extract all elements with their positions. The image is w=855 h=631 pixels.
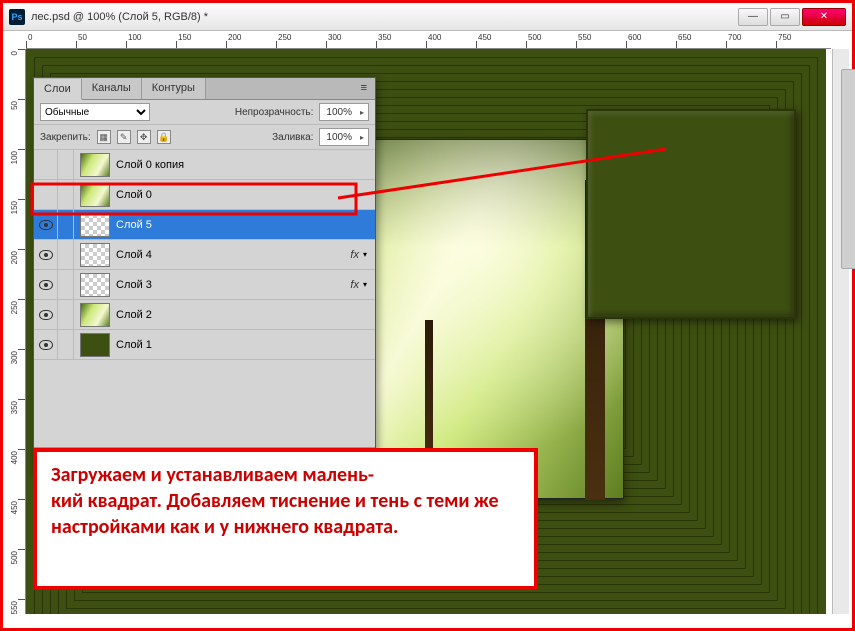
link-cell [58,150,74,179]
fx-indicator[interactable]: fx [350,249,363,261]
chevron-down-icon[interactable]: ▾ [363,280,375,289]
layer-row[interactable]: Слой 1 [34,330,375,360]
layer-name[interactable]: Слой 1 [116,339,375,351]
scroll-thumb[interactable] [841,69,855,269]
maximize-button[interactable]: ▭ [770,8,800,26]
layer-thumbnail[interactable] [80,153,110,177]
lock-all-icon[interactable]: 🔒 [157,130,171,144]
tutorial-frame: Ps лес.psd @ 100% (Слой 5, RGB/8) * — ▭ … [0,0,855,631]
visibility-toggle[interactable] [34,210,58,239]
link-cell [58,180,74,209]
layers-list: Слой 0 копияСлой 0Слой 5Слой 4fx▾Слой 3f… [34,150,375,447]
blend-mode-select[interactable]: Обычные [40,103,150,121]
fx-indicator[interactable]: fx [350,279,363,291]
annotation-text: Загружаем и устанавливаем малень-кий ква… [51,462,520,540]
panel-menu-icon[interactable]: ≡ [353,78,375,99]
eye-icon [39,220,53,230]
opacity-label: Непрозрачность: [235,107,314,118]
minimize-button[interactable]: — [738,8,768,26]
link-cell [58,210,74,239]
layer-row[interactable]: Слой 3fx▾ [34,270,375,300]
visibility-toggle[interactable] [34,240,58,269]
tab-layers[interactable]: Слои [34,79,82,100]
eye-icon [39,340,53,350]
tab-paths[interactable]: Контуры [142,78,206,99]
visibility-toggle[interactable] [34,270,58,299]
layer-row[interactable]: Слой 0 [34,180,375,210]
lock-label: Закрепить: [40,132,91,143]
link-cell [58,330,74,359]
opacity-input[interactable]: 100%▸ [319,103,369,121]
layer-name[interactable]: Слой 0 копия [116,159,375,171]
window-title: лес.psd @ 100% (Слой 5, RGB/8) * [31,11,738,23]
layer-row[interactable]: Слой 0 копия [34,150,375,180]
layer-thumbnail[interactable] [80,243,110,267]
link-cell [58,300,74,329]
visibility-toggle[interactable] [34,150,58,179]
layer-thumbnail[interactable] [80,213,110,237]
layer-row[interactable]: Слой 2 [34,300,375,330]
scrollbar-vertical[interactable] [832,49,849,614]
link-cell [58,270,74,299]
layer-thumbnail[interactable] [80,333,110,357]
eye-icon [39,310,53,320]
ruler-horizontal: 0501001502002503003504004505005506006507… [26,31,831,49]
visibility-toggle[interactable] [34,300,58,329]
small-square [586,109,796,319]
layer-thumbnail[interactable] [80,273,110,297]
chevron-down-icon[interactable]: ▾ [363,250,375,259]
layer-thumbnail[interactable] [80,303,110,327]
visibility-toggle[interactable] [34,330,58,359]
ruler-vertical: 050100150200250300350400450500550 [8,49,26,614]
eye-icon [39,250,53,260]
layer-row[interactable]: Слой 5 [34,210,375,240]
lock-transparent-icon[interactable]: ▦ [97,130,111,144]
layers-panel: Слои Каналы Контуры ≡ Обычные Непрозрачн… [33,77,376,472]
tab-channels[interactable]: Каналы [82,78,142,99]
layer-name[interactable]: Слой 2 [116,309,375,321]
annotation-box: Загружаем и устанавливаем малень-кий ква… [33,448,538,590]
lock-move-icon[interactable]: ✥ [137,130,151,144]
visibility-toggle[interactable] [34,180,58,209]
photoshop-icon: Ps [9,9,25,25]
layer-name[interactable]: Слой 0 [116,189,375,201]
close-button[interactable]: ✕ [802,8,846,26]
layer-name[interactable]: Слой 5 [116,219,375,231]
link-cell [58,240,74,269]
fill-input[interactable]: 100%▸ [319,128,369,146]
layer-thumbnail[interactable] [80,183,110,207]
layer-name[interactable]: Слой 3 [116,279,350,291]
window-titlebar: Ps лес.psd @ 100% (Слой 5, RGB/8) * — ▭ … [3,3,852,31]
layer-row[interactable]: Слой 4fx▾ [34,240,375,270]
layer-name[interactable]: Слой 4 [116,249,350,261]
eye-icon [39,280,53,290]
lock-brush-icon[interactable]: ✎ [117,130,131,144]
fill-label: Заливка: [272,132,313,143]
